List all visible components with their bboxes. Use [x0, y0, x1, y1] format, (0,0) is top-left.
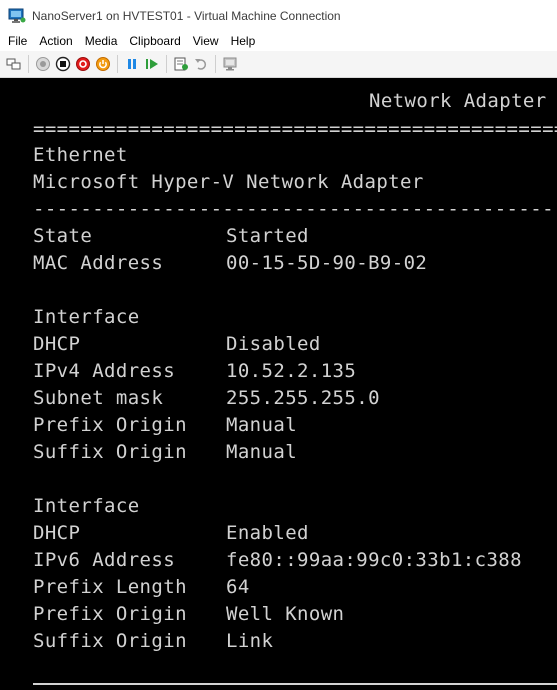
menu-media[interactable]: Media — [83, 34, 120, 48]
dhcp-value: Enabled — [226, 522, 309, 544]
dhcp-label: DHCP — [33, 522, 81, 544]
dhcp-label: DHCP — [33, 333, 81, 355]
ipv6-label: IPv6 Address — [33, 549, 176, 571]
adapter-name: Microsoft Hyper-V Network Adapter — [33, 171, 424, 193]
menu-file[interactable]: File — [6, 34, 29, 48]
console-double-rule: ========================================… — [33, 118, 557, 140]
dhcp-value: Disabled — [226, 333, 321, 355]
toolbar-separator — [28, 55, 29, 73]
vm-console-screen[interactable]: Network Adapter ========================… — [0, 78, 557, 690]
toolbar-separator — [215, 55, 216, 73]
menu-bar: File Action Media Clipboard View Help — [0, 31, 557, 51]
pause-icon[interactable] — [122, 54, 142, 74]
enhanced-session-icon[interactable] — [220, 54, 240, 74]
shut-down-icon[interactable] — [73, 54, 93, 74]
prefix-origin-value: Manual — [226, 414, 298, 436]
prefix-length-label: Prefix Length — [33, 576, 187, 598]
prefix-length-value: 64 — [226, 576, 250, 598]
menu-clipboard[interactable]: Clipboard — [127, 34, 182, 48]
suffix-origin-value: Link — [226, 630, 274, 652]
suffix-origin-label: Suffix Origin — [33, 441, 187, 463]
menu-help[interactable]: Help — [229, 34, 258, 48]
interface-heading: Interface — [33, 306, 140, 328]
ipv6-value: fe80::99aa:99c0:33b1:c388 — [226, 549, 522, 571]
window-title: NanoServer1 on HVTEST01 - Virtual Machin… — [32, 8, 341, 23]
checkpoint-icon[interactable] — [171, 54, 191, 74]
menu-action[interactable]: Action — [37, 34, 74, 48]
mac-label: MAC Address — [33, 252, 164, 274]
ctrl-alt-del-icon[interactable] — [4, 54, 24, 74]
menu-view[interactable]: View — [191, 34, 221, 48]
suffix-origin-value: Manual — [226, 441, 298, 463]
state-value: Started — [226, 225, 309, 247]
power-icon[interactable] — [93, 54, 113, 74]
vm-connection-icon — [8, 8, 26, 24]
prefix-origin-label: Prefix Origin — [33, 603, 187, 625]
subnet-label: Subnet mask — [33, 387, 164, 409]
ipv4-value: 10.52.2.135 — [226, 360, 357, 382]
console-bottom-rule — [33, 683, 557, 685]
revert-icon[interactable] — [191, 54, 211, 74]
ipv4-label: IPv4 Address — [33, 360, 176, 382]
console-single-rule: ----------------------------------------… — [33, 198, 557, 220]
prefix-origin-label: Prefix Origin — [33, 414, 187, 436]
toolbar-separator — [117, 55, 118, 73]
suffix-origin-label: Suffix Origin — [33, 630, 187, 652]
start-icon[interactable] — [33, 54, 53, 74]
state-label: State — [33, 225, 93, 247]
turn-off-icon[interactable] — [53, 54, 73, 74]
interface-heading: Interface — [33, 495, 140, 517]
console-heading: Network Adapter — [369, 90, 547, 112]
resume-icon[interactable] — [142, 54, 162, 74]
adapter-type: Ethernet — [33, 144, 128, 166]
toolbar — [0, 51, 557, 78]
mac-value: 00-15-5D-90-B9-02 — [226, 252, 428, 274]
prefix-origin-value: Well Known — [226, 603, 345, 625]
subnet-value: 255.255.255.0 — [226, 387, 380, 409]
toolbar-separator — [166, 55, 167, 73]
title-bar[interactable]: NanoServer1 on HVTEST01 - Virtual Machin… — [0, 0, 557, 31]
